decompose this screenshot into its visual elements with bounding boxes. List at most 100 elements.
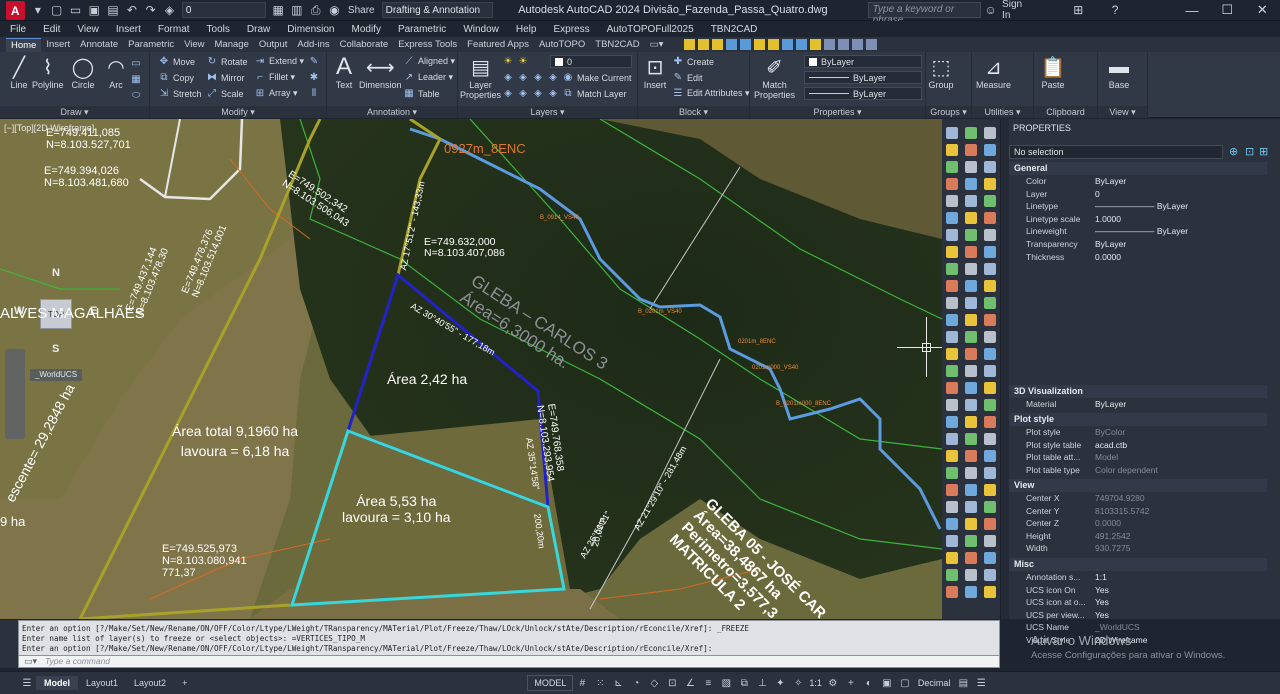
erase-icon[interactable]: ✎ xyxy=(308,56,323,67)
toolbar-tool-icon[interactable] xyxy=(946,365,958,377)
menu-modify[interactable]: Modify xyxy=(352,24,381,35)
menu-dimension[interactable]: Dimension xyxy=(287,24,334,35)
toolbar-tool-icon[interactable] xyxy=(946,331,958,343)
group-button[interactable]: ⬚ Group xyxy=(928,54,954,91)
annotation-panel-title[interactable]: Annotation ▾ xyxy=(327,106,457,118)
layer-state-icons[interactable]: ☀ ☀ xyxy=(502,56,532,67)
toolbar-tool-icon[interactable] xyxy=(946,501,958,513)
new-file-icon[interactable]: ▢ xyxy=(49,2,64,18)
insert-block-button[interactable]: ⊡ Insert xyxy=(642,54,668,91)
auto-scale-icon[interactable]: ✧ xyxy=(791,676,805,690)
toolbar-tool-icon[interactable] xyxy=(965,127,977,139)
toolbar-tool-icon[interactable] xyxy=(965,518,977,530)
toolbar-tool-icon[interactable] xyxy=(946,127,958,139)
menu-draw[interactable]: Draw xyxy=(247,24,270,35)
toolbar-tool-icon[interactable] xyxy=(965,484,977,496)
selection-cycling-icon[interactable]: ⧉ xyxy=(737,676,751,690)
tab-annotate[interactable]: Annotate xyxy=(75,38,123,51)
move-button[interactable]: ✥ Move xyxy=(158,56,195,67)
properties-titlebar[interactable] xyxy=(1001,119,1009,619)
menu-edit[interactable]: Edit xyxy=(43,24,60,35)
paste-button[interactable]: 📋 Paste xyxy=(1040,54,1066,91)
circle-button[interactable]: ◯ Circle xyxy=(70,54,96,91)
quick-tool-icon[interactable] xyxy=(754,39,766,50)
property-row[interactable]: Linetype ——————— ByLayer xyxy=(1009,200,1267,213)
dimension-button[interactable]: ⟷ Dimension xyxy=(359,54,402,91)
plot-icon[interactable]: ⎙ xyxy=(308,2,323,18)
tab-insert[interactable]: Insert xyxy=(41,38,75,51)
utilities-panel-title[interactable]: Utilities ▾ xyxy=(972,106,1033,118)
property-row[interactable]: Thickness 0.0000 xyxy=(1009,251,1267,264)
help-search-input[interactable]: Type a keyword or phrase xyxy=(867,2,982,26)
toolbar-tool-icon[interactable] xyxy=(946,229,958,241)
toolbar-tool-icon[interactable] xyxy=(984,178,996,190)
toolbar-tool-icon[interactable] xyxy=(946,348,958,360)
command-input[interactable]: Type a command xyxy=(18,655,1000,668)
toolbar-tool-icon[interactable] xyxy=(984,161,996,173)
toolbar-tool-icon[interactable] xyxy=(965,552,977,564)
select-objects-icon[interactable]: ⊡ xyxy=(1245,145,1254,158)
toolbar-tool-icon[interactable] xyxy=(984,127,996,139)
property-row[interactable]: Plot table type Color dependent xyxy=(1009,464,1267,477)
toolbar-tool-icon[interactable] xyxy=(946,280,958,292)
units-dropdown[interactable]: Decimal xyxy=(918,678,951,688)
toolbar-tool-icon[interactable] xyxy=(965,348,977,360)
line-button[interactable]: ╱ Line xyxy=(6,54,32,91)
toolbar-tool-icon[interactable] xyxy=(965,382,977,394)
transparency-icon[interactable]: ▧ xyxy=(719,676,733,690)
toolbar-tool-icon[interactable] xyxy=(946,246,958,258)
toolbar-tool-icon[interactable] xyxy=(984,212,996,224)
toolbar-tool-icon[interactable] xyxy=(965,586,977,598)
toolbar-tool-icon[interactable] xyxy=(984,501,996,513)
aligned-button[interactable]: ⟋ Aligned ▾ xyxy=(403,56,456,67)
quick-tool-icon[interactable] xyxy=(866,39,878,50)
menu-parametric[interactable]: Parametric xyxy=(398,24,446,35)
drawing-viewport[interactable]: [−][Top][2D Wireframe] N S E W TOP _Worl… xyxy=(0,119,942,619)
tab-manage[interactable]: Manage xyxy=(210,38,254,51)
quick-tool-icon[interactable] xyxy=(824,39,836,50)
toolbar-tool-icon[interactable] xyxy=(984,399,996,411)
redo-icon[interactable]: ↷ xyxy=(143,2,158,18)
tab-featured-apps[interactable]: Featured Apps xyxy=(462,38,534,51)
edit-attributes-button[interactable]: ☰ Edit Attributes ▾ xyxy=(672,88,750,99)
toolbar-tool-icon[interactable] xyxy=(946,484,958,496)
property-row[interactable]: Plot style table acad.ctb xyxy=(1009,439,1267,452)
match-icon[interactable]: ◉ xyxy=(327,2,342,18)
menu-tbn2cad[interactable]: TBN2CAD xyxy=(711,24,758,35)
toolbar-tool-icon[interactable] xyxy=(946,518,958,530)
menu-chevron-icon[interactable]: ▾ xyxy=(31,2,46,18)
quick-select-icon[interactable]: ⊞ xyxy=(1259,145,1268,158)
toolbar-tool-icon[interactable] xyxy=(984,535,996,547)
menu-autotopofull[interactable]: AutoTOPOFull2025 xyxy=(607,24,694,35)
quick-tool-icon[interactable] xyxy=(810,39,822,50)
command-prompt-icon[interactable]: ▭▾ xyxy=(24,656,37,667)
property-row[interactable]: Lineweight ——————— ByLayer xyxy=(1009,225,1267,238)
isodraft-icon[interactable]: ◇ xyxy=(647,676,661,690)
toolbar-tool-icon[interactable] xyxy=(984,246,996,258)
explode-icon[interactable]: ✱ xyxy=(308,72,323,83)
toolbar-tool-icon[interactable] xyxy=(946,314,958,326)
properties-panel-title[interactable]: Properties ▾ xyxy=(750,106,925,118)
scale-button[interactable]: ⤢ Scale xyxy=(206,88,244,99)
lineweight-dropdown[interactable]: ByLayer xyxy=(804,87,922,100)
fillet-button[interactable]: ⌐ Fillet ▾ xyxy=(254,72,295,83)
toolbar-tool-icon[interactable] xyxy=(946,450,958,462)
property-row[interactable]: Color ByLayer xyxy=(1009,175,1267,188)
rotate-button[interactable]: ↻ Rotate xyxy=(206,56,248,67)
stretch-button[interactable]: ⇲ Stretch xyxy=(158,88,202,99)
make-current-button[interactable]: ◉ Make Current xyxy=(562,72,632,83)
property-row[interactable]: Plot table att... Model xyxy=(1009,451,1267,464)
toolbar-tool-icon[interactable] xyxy=(946,178,958,190)
property-row[interactable]: UCS icon at o... Yes xyxy=(1009,596,1267,609)
maximize-button[interactable]: ☐ xyxy=(1210,2,1245,18)
modify-panel-title[interactable]: Modify ▾ xyxy=(150,106,326,118)
quick-tool-icon[interactable] xyxy=(838,39,850,50)
match-layer-button[interactable]: ⧉ Match Layer xyxy=(562,88,626,99)
layer-quick-field[interactable]: 0 xyxy=(181,2,266,18)
toolbar-tool-icon[interactable] xyxy=(965,467,977,479)
toolbar-tool-icon[interactable] xyxy=(965,416,977,428)
gear-icon[interactable]: ⚙ xyxy=(826,676,840,690)
toolbar-tool-icon[interactable] xyxy=(965,501,977,513)
toolbar-tool-icon[interactable] xyxy=(984,195,996,207)
toolbar-tool-icon[interactable] xyxy=(965,450,977,462)
